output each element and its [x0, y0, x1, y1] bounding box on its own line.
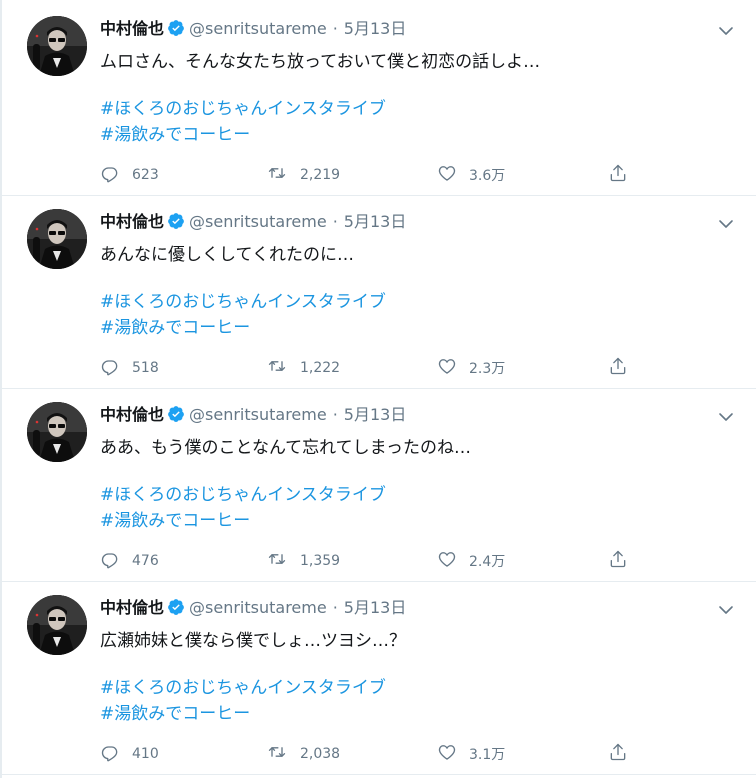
like-count: 3.1万	[469, 747, 506, 763]
retweet-icon	[266, 356, 288, 380]
like-count: 2.4万	[469, 554, 506, 570]
tweet-text: ああ、もう僕のことなんて忘れてしまったのね…	[100, 438, 471, 458]
tweet-timestamp[interactable]: 5月13日	[344, 598, 407, 617]
avatar[interactable]	[27, 209, 87, 269]
reply-count: 410	[132, 746, 159, 762]
author-name[interactable]: 中村倫也	[100, 598, 164, 617]
share-button[interactable]	[608, 547, 628, 575]
tweet[interactable]: 中村倫也 @senritsutareme · 5月13日 あんなに優しくしてくれたのに…	[2, 197, 756, 389]
like-button[interactable]: 2.3万	[437, 354, 505, 382]
retweet-count: 1,359	[300, 553, 341, 569]
tweet-timestamp[interactable]: 5月13日	[344, 19, 407, 38]
reply-button[interactable]: 623	[100, 161, 159, 189]
hashtag-link[interactable]: #湯飲みでコーヒー	[100, 701, 386, 727]
retweet-count: 2,038	[300, 746, 341, 762]
hashtag-link[interactable]: #ほくろのおじちゃんインスタライブ	[100, 675, 386, 701]
like-button[interactable]: 3.6万	[437, 161, 505, 189]
share-icon	[608, 742, 628, 766]
tweet-text: ムロさん、そんな女たち放っておいて僕と初恋の話しよ…	[100, 52, 541, 72]
tweet-timestamp[interactable]: 5月13日	[344, 212, 407, 231]
verified-badge-icon	[167, 212, 185, 236]
reply-icon	[100, 163, 120, 187]
reply-button[interactable]: 518	[100, 354, 159, 382]
tweet-timeline[interactable]: 中村倫也 @senritsutareme · 5月13日 ムロさん、そんな女たち放って…	[1, 0, 756, 778]
share-button[interactable]	[608, 354, 628, 382]
tweet-text: あんなに優しくしてくれたのに…	[100, 245, 354, 265]
author-name[interactable]: 中村倫也	[100, 19, 164, 38]
author-handle[interactable]: @senritsutareme	[189, 598, 327, 617]
hashtag-link[interactable]: #ほくろのおじちゃんインスタライブ	[100, 96, 386, 122]
chevron-down-icon[interactable]	[717, 601, 735, 619]
retweet-button[interactable]: 2,038	[266, 740, 340, 768]
retweet-button[interactable]: 1,222	[266, 354, 340, 382]
heart-icon	[437, 549, 457, 573]
verified-badge-icon	[167, 405, 185, 429]
avatar[interactable]	[27, 595, 87, 655]
hashtag-list: #ほくろのおじちゃんインスタライブ #湯飲みでコーヒー	[100, 675, 386, 727]
heart-icon	[437, 356, 457, 380]
separator-dot: ·	[332, 598, 338, 617]
tweet-header: 中村倫也 @senritsutareme · 5月13日	[100, 211, 406, 233]
reply-count: 476	[132, 553, 159, 569]
share-icon	[608, 549, 628, 573]
like-button[interactable]: 3.1万	[437, 740, 505, 768]
heart-icon	[437, 742, 457, 766]
hashtag-link[interactable]: #湯飲みでコーヒー	[100, 122, 386, 148]
reply-button[interactable]: 476	[100, 547, 159, 575]
separator-dot: ·	[332, 19, 338, 38]
avatar[interactable]	[27, 16, 87, 76]
tweet-header: 中村倫也 @senritsutareme · 5月13日	[100, 597, 406, 619]
like-count: 3.6万	[469, 168, 506, 184]
hashtag-list: #ほくろのおじちゃんインスタライブ #湯飲みでコーヒー	[100, 289, 386, 341]
verified-badge-icon	[167, 598, 185, 622]
tweet-header: 中村倫也 @senritsutareme · 5月13日	[100, 18, 406, 40]
reply-count: 518	[132, 360, 159, 376]
like-count: 2.3万	[469, 361, 506, 377]
hashtag-list: #ほくろのおじちゃんインスタライブ #湯飲みでコーヒー	[100, 96, 386, 148]
verified-badge-icon	[167, 19, 185, 43]
author-name[interactable]: 中村倫也	[100, 212, 164, 231]
share-button[interactable]	[608, 161, 628, 189]
reply-count: 623	[132, 167, 159, 183]
retweet-icon	[266, 163, 288, 187]
retweet-count: 1,222	[300, 360, 341, 376]
retweet-icon	[266, 742, 288, 766]
retweet-count: 2,219	[300, 167, 341, 183]
hashtag-link[interactable]: #ほくろのおじちゃんインスタライブ	[100, 482, 386, 508]
share-icon	[608, 356, 628, 380]
author-handle[interactable]: @senritsutareme	[189, 19, 327, 38]
tweet[interactable]: 中村倫也 @senritsutareme · 5月13日 ああ、もう僕のことなんて忘れ…	[2, 390, 756, 582]
hashtag-link[interactable]: #湯飲みでコーヒー	[100, 315, 386, 341]
chevron-down-icon[interactable]	[717, 215, 735, 233]
author-handle[interactable]: @senritsutareme	[189, 405, 327, 424]
hashtag-link[interactable]: #湯飲みでコーヒー	[100, 508, 386, 534]
author-handle[interactable]: @senritsutareme	[189, 212, 327, 231]
retweet-button[interactable]: 2,219	[266, 161, 340, 189]
reply-icon	[100, 742, 120, 766]
tweet[interactable]: 中村倫也 @senritsutareme · 5月13日 広瀬姉妹と僕なら僕でしょ…ツ…	[2, 583, 756, 775]
hashtag-link[interactable]: #ほくろのおじちゃんインスタライブ	[100, 289, 386, 315]
reply-icon	[100, 356, 120, 380]
retweet-icon	[266, 549, 288, 573]
avatar[interactable]	[27, 402, 87, 462]
tweet-header: 中村倫也 @senritsutareme · 5月13日	[100, 404, 406, 426]
tweet[interactable]: 中村倫也 @senritsutareme · 5月13日 ムロさん、そんな女たち放って…	[2, 4, 756, 196]
separator-dot: ·	[332, 405, 338, 424]
tweet-timestamp[interactable]: 5月13日	[344, 405, 407, 424]
chevron-down-icon[interactable]	[717, 408, 735, 426]
hashtag-list: #ほくろのおじちゃんインスタライブ #湯飲みでコーヒー	[100, 482, 386, 534]
retweet-button[interactable]: 1,359	[266, 547, 340, 575]
share-button[interactable]	[608, 740, 628, 768]
like-button[interactable]: 2.4万	[437, 547, 505, 575]
reply-button[interactable]: 410	[100, 740, 159, 768]
author-name[interactable]: 中村倫也	[100, 405, 164, 424]
heart-icon	[437, 163, 457, 187]
share-icon	[608, 163, 628, 187]
tweet-text: 広瀬姉妹と僕なら僕でしょ…ツヨシ…？	[100, 631, 406, 651]
reply-icon	[100, 549, 120, 573]
separator-dot: ·	[332, 212, 338, 231]
chevron-down-icon[interactable]	[717, 22, 735, 40]
